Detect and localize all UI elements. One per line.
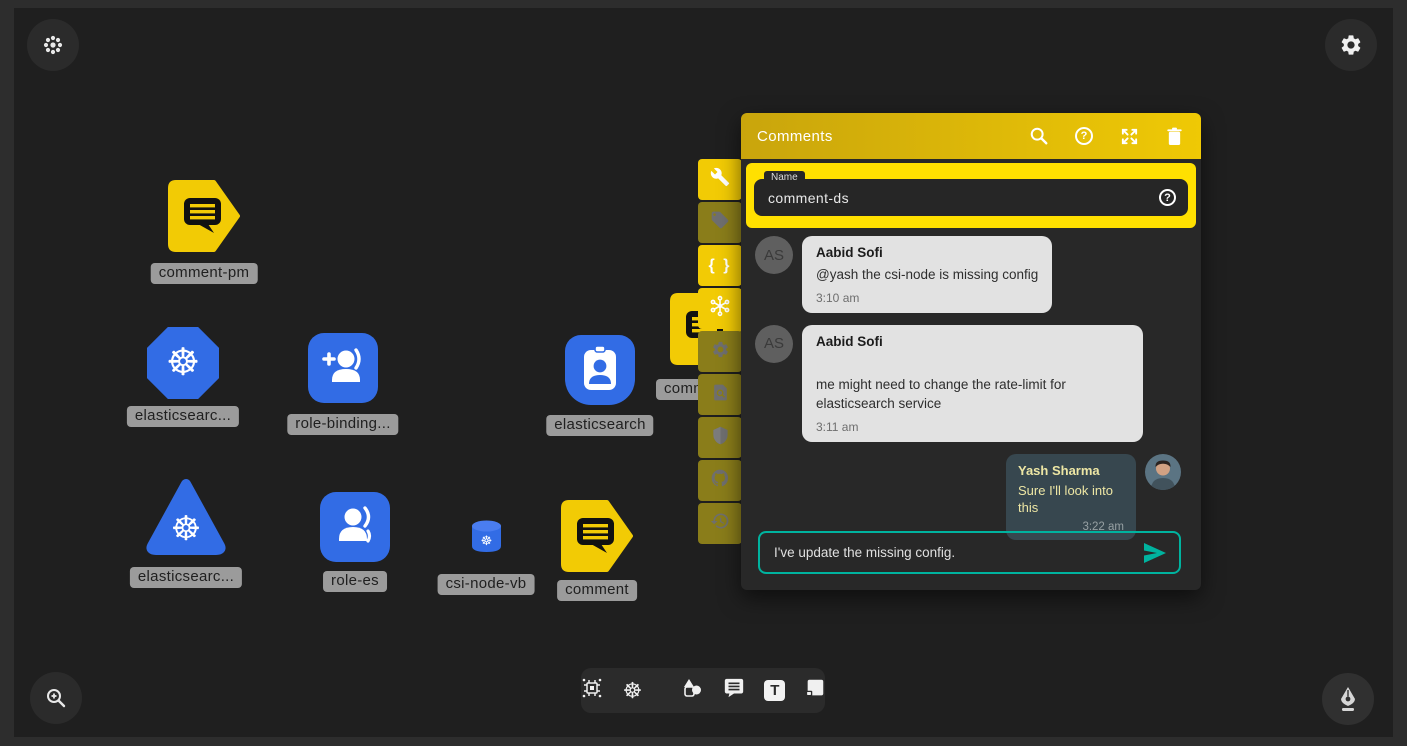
media-tool-button[interactable] [804,677,826,704]
tag-icon [710,210,730,235]
comment-tool-button[interactable] [723,677,745,704]
avatar [1145,454,1181,490]
shield-icon [711,426,730,450]
comment-input-row [758,531,1181,574]
message-text: @yash the csi-node is missing config [816,265,1038,285]
settings-button[interactable] [1325,19,1377,71]
circuit-icon [580,676,604,705]
settings-tool-button[interactable] [698,331,742,372]
pen-tool-button[interactable] [1322,673,1374,725]
kubernetes-icon: ☸ [623,680,643,702]
send-icon[interactable] [1143,543,1167,563]
node-role-binding[interactable] [308,333,378,403]
message-author: Aabid Sofi [816,245,1038,260]
user-icon [335,505,375,550]
message-author: Aabid Sofi [816,334,1129,349]
node-label[interactable]: csi-node-vb [438,574,535,595]
app-menu-button[interactable] [27,19,79,71]
add-user-icon [321,346,365,391]
node-label[interactable]: elasticsearc... [127,406,239,427]
kubernetes-view-button[interactable]: ☸ [623,680,643,702]
help-icon[interactable]: ? [1073,125,1095,147]
node-comment[interactable] [561,500,633,577]
message-time: 3:10 am [816,291,1038,305]
message-row: AS Aabid Sofi me might need to change th… [755,325,1187,442]
flower-icon [42,34,64,56]
doc-search-tool-button[interactable] [698,374,742,415]
kubernetes-icon: ☸ [166,344,200,382]
hub-icon [709,295,731,322]
delete-icon[interactable] [1163,125,1185,147]
node-label[interactable]: role-es [323,571,387,592]
comments-panel: Comments ? [741,113,1201,590]
comment-thread: AS Aabid Sofi @yash the csi-node is miss… [741,228,1201,540]
message-text: me might need to change the rate-limit f… [816,375,1129,414]
node-label[interactable]: role-binding... [287,414,398,435]
message-row: Yash Sharma Sure I'll look into this 3:2… [755,454,1181,540]
json-tool-button[interactable]: { } [698,245,742,286]
zoom-in-icon [44,686,68,710]
expand-icon[interactable] [1118,125,1140,147]
name-input[interactable] [754,190,1159,206]
hub-tool-button[interactable] [698,288,742,329]
history-tool-button[interactable] [698,503,742,544]
message-bubble[interactable]: Yash Sharma Sure I'll look into this 3:2… [1006,454,1136,540]
braces-icon: { } [709,257,732,275]
shapes-icon [680,676,704,705]
comment-icon [723,677,745,704]
message-author: Yash Sharma [1018,463,1124,478]
node-elasticsearch-sa[interactable] [565,335,635,405]
github-tool-button[interactable] [698,460,742,501]
message-text: Sure I'll look into this [1018,482,1124,517]
node-comment-pm[interactable] [168,180,240,257]
name-field-wrap: Name ? [746,163,1196,228]
pen-nib-icon [1335,685,1361,713]
media-icon [804,677,826,704]
name-field-label: Name [764,171,805,185]
node-elasticsearch-triangle[interactable]: ☸ [144,478,228,561]
message-row: AS Aabid Sofi @yash the csi-node is miss… [755,236,1187,313]
avatar: AS [755,236,793,274]
configure-tool-button[interactable] [698,159,742,200]
comment-input[interactable] [760,545,1143,560]
node-label[interactable]: comment-pm [151,263,258,284]
id-badge-icon [580,344,620,397]
message-bubble[interactable]: Aabid Sofi @yash the csi-node is missing… [802,236,1052,313]
svg-text:☸: ☸ [481,533,493,548]
gear-icon [711,340,730,364]
text-tool-icon: T [764,680,785,701]
shield-tool-button[interactable] [698,417,742,458]
canvas-toolbar: ☸ T [581,668,825,713]
field-help-icon[interactable]: ? [1159,189,1176,206]
avatar: AS [755,325,793,363]
message-bubble[interactable]: Aabid Sofi me might need to change the r… [802,325,1143,442]
comments-panel-header[interactable]: Comments ? [741,113,1201,159]
node-label[interactable]: comment [557,580,637,601]
zoom-button[interactable] [30,672,82,724]
text-tool-button[interactable]: T [764,680,785,701]
node-role-es[interactable] [320,492,390,562]
shapes-tool-button[interactable] [680,676,704,705]
tag-tool-button[interactable] [698,202,742,243]
node-csi-node-vb[interactable]: ☸ [468,518,505,560]
node-elasticsearch-octagon[interactable]: ☸ [147,327,219,399]
message-time: 3:11 am [816,420,1129,434]
node-label[interactable]: elasticsearch [546,415,653,436]
app-stage: comment-pm ☸ elasticsearc... role-bindin… [0,0,1407,746]
panel-title: Comments [757,128,833,145]
wrench-icon [710,167,730,192]
search-icon[interactable] [1028,125,1050,147]
github-icon [710,468,730,493]
node-action-toolbar: { } [698,159,742,544]
document-search-icon [711,383,730,407]
history-icon [710,511,730,536]
svg-text:☸: ☸ [171,510,201,548]
design-mode-button[interactable] [580,676,604,705]
node-label[interactable]: elasticsearc... [130,567,242,588]
gear-icon [1339,33,1363,57]
